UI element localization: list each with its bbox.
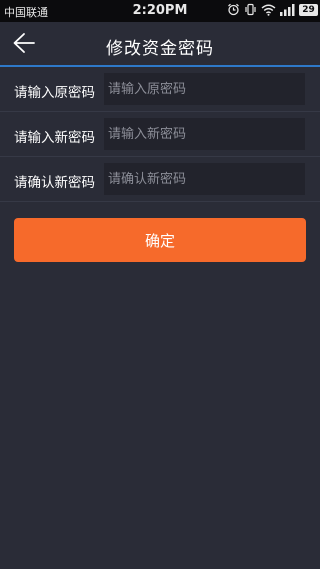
old-password-input[interactable] <box>104 73 305 105</box>
confirm-password-label: 请确认新密码 <box>14 175 95 191</box>
battery-icon: 29 <box>299 3 318 16</box>
old-password-label: 请输入原密码 <box>14 85 95 101</box>
status-bar: 中国联通 2:20PM 29 <box>0 0 320 22</box>
new-password-input[interactable] <box>104 118 305 150</box>
password-form: 请输入原密码 请输入新密码 请确认新密码 <box>0 67 320 202</box>
vibrate-icon <box>244 3 257 16</box>
confirm-password-input[interactable] <box>104 163 305 195</box>
wifi-icon <box>261 4 276 16</box>
new-password-label: 请输入新密码 <box>14 130 95 146</box>
signal-icon <box>280 3 295 16</box>
old-password-row: 请输入原密码 <box>0 67 320 112</box>
confirm-button[interactable]: 确定 <box>14 218 306 262</box>
page-title: 修改资金密码 <box>106 39 214 59</box>
alarm-icon <box>227 3 240 16</box>
title-bar: 修改资金密码 <box>0 22 320 66</box>
status-icons: 29 <box>227 3 318 16</box>
confirm-password-row: 请确认新密码 <box>0 157 320 202</box>
new-password-row: 请输入新密码 <box>0 112 320 157</box>
